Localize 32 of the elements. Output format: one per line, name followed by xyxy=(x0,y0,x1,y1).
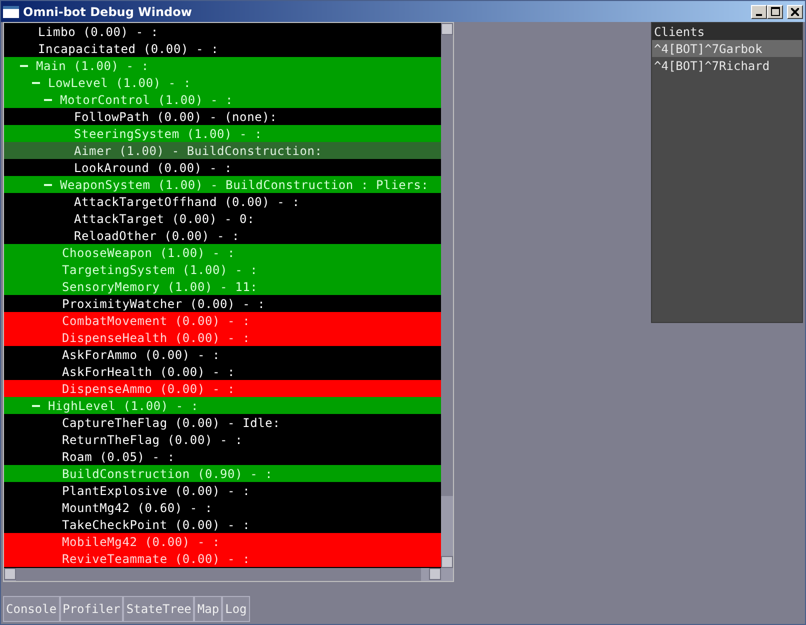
tree-row[interactable]: SensoryMemory (1.00) - 11: xyxy=(4,278,441,295)
tree-row[interactable]: HighLevel (1.00) - : xyxy=(4,397,441,414)
close-icon xyxy=(791,8,799,16)
scroll-down-button[interactable] xyxy=(441,556,453,568)
scrollbar-corner xyxy=(441,568,453,581)
panel-header: Clients xyxy=(652,23,802,40)
maximize-icon xyxy=(770,7,780,16)
scroll-right-button[interactable] xyxy=(429,568,441,580)
tree-row[interactable]: Aimer (1.00) - BuildConstruction: xyxy=(4,142,441,159)
window-title: Omni-bot Debug Window xyxy=(23,4,192,20)
minimize-icon xyxy=(756,14,762,16)
tree-row[interactable]: Main (1.00) - : xyxy=(4,57,441,74)
close-button[interactable] xyxy=(787,4,803,18)
minimize-button[interactable] xyxy=(751,4,767,18)
tree-row[interactable]: LowLevel (1.00) - : xyxy=(4,74,441,91)
client-item[interactable]: ^4[BOT]^7Richard xyxy=(652,57,802,74)
tab[interactable]: StateTree xyxy=(123,596,194,622)
tab[interactable]: Console xyxy=(3,596,60,622)
tree-row[interactable]: BuildConstruction (0.90) - : xyxy=(4,465,441,482)
tree-row[interactable]: ChooseWeapon (1.00) - : xyxy=(4,244,441,261)
scroll-up-button[interactable] xyxy=(441,23,453,35)
scroll-left-button[interactable] xyxy=(4,568,16,580)
maximize-button[interactable] xyxy=(767,4,783,18)
tree-row[interactable]: SteeringSystem (1.00) - : xyxy=(4,125,441,142)
tab[interactable]: Map xyxy=(194,596,222,622)
tree-row[interactable]: MotorControl (1.00) - : xyxy=(4,91,441,108)
tree-row[interactable]: TargetingSystem (1.00) - : xyxy=(4,261,441,278)
tree-row[interactable]: WeaponSystem (1.00) - BuildConstruction : Pliers: xyxy=(4,176,441,193)
tab[interactable]: Log xyxy=(222,596,250,622)
client-item[interactable]: ^4[BOT]^7Garbok xyxy=(652,40,802,57)
tab[interactable]: Profiler xyxy=(60,596,124,622)
window-icon xyxy=(3,6,19,18)
